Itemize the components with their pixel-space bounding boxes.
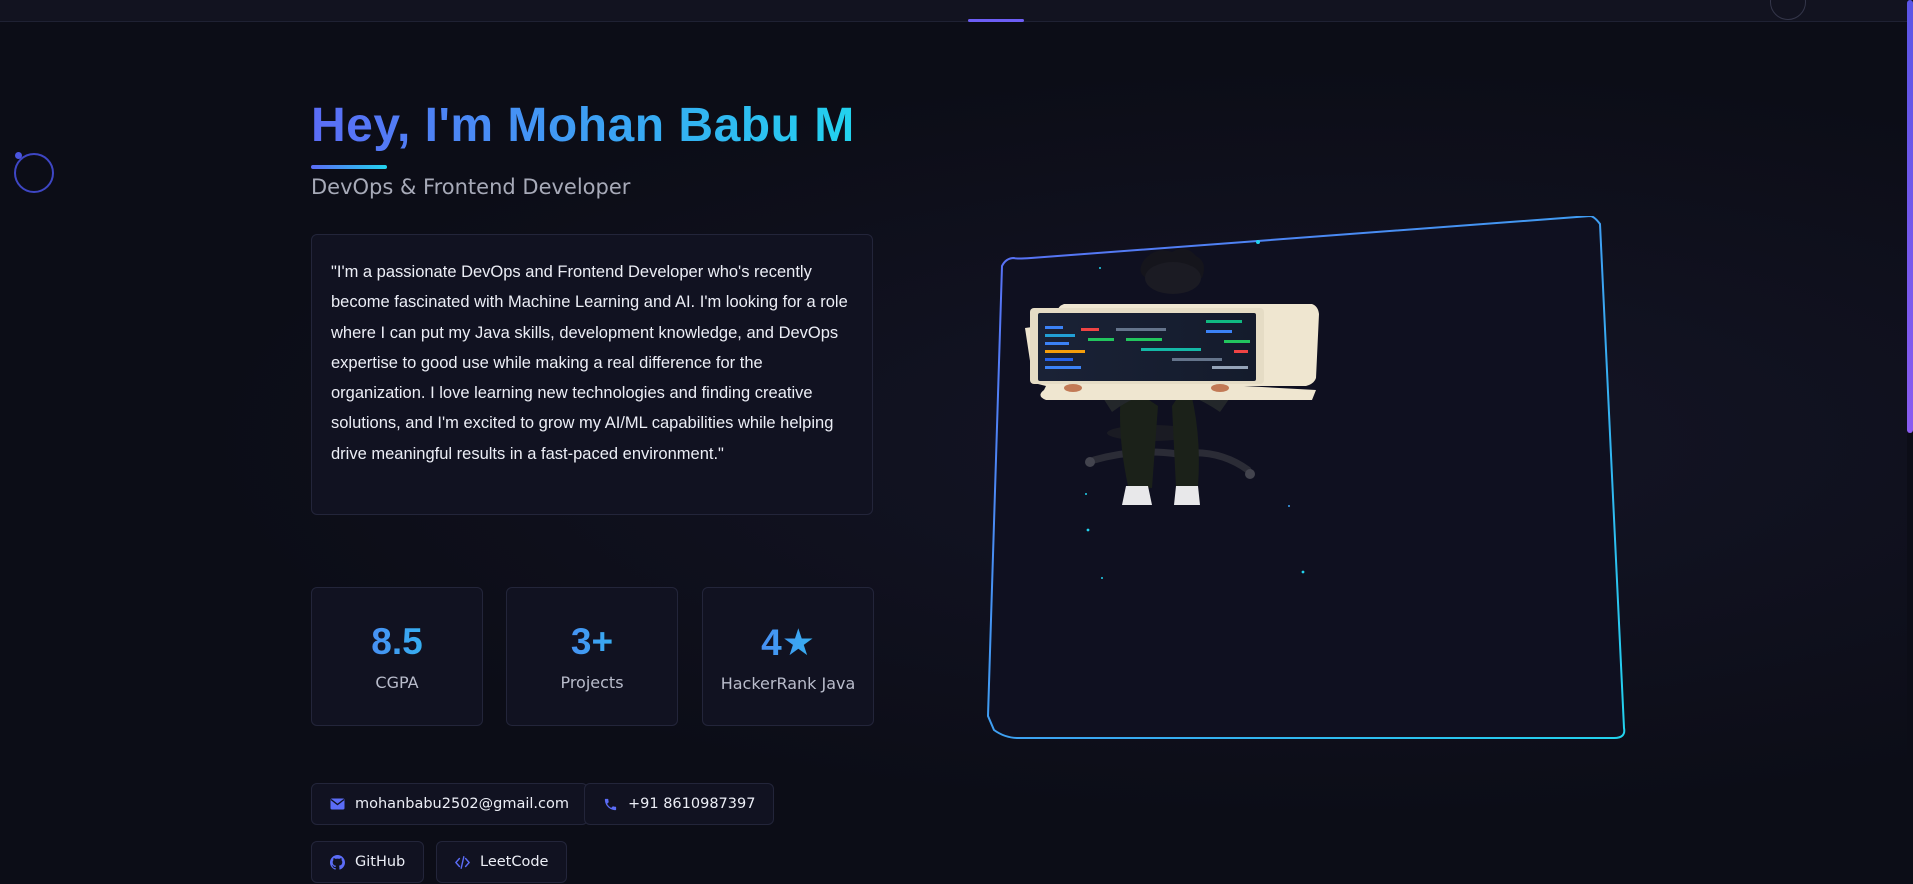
leetcode-label: LeetCode [480, 854, 549, 870]
tilted-frame [986, 216, 1626, 739]
custom-cursor-dot [15, 152, 22, 159]
bio-card: "I'm a passionate DevOps and Frontend De… [311, 234, 873, 515]
stat-label: Projects [560, 673, 624, 692]
theme-toggle-button[interactable] [1770, 0, 1806, 20]
phone-link[interactable]: +91 8610987397 [584, 783, 775, 825]
phone-icon [603, 797, 618, 812]
github-icon [330, 854, 345, 870]
phone-label: +91 8610987397 [628, 796, 756, 812]
stat-label: CGPA [375, 673, 419, 692]
code-icon [455, 855, 470, 870]
custom-cursor-ring [14, 153, 54, 193]
email-link[interactable]: mohanbabu2502@gmail.com [311, 783, 588, 825]
stat-card-projects: 3+ Projects [506, 587, 678, 726]
leetcode-link[interactable]: LeetCode [436, 841, 568, 883]
bio-text: "I'm a passionate DevOps and Frontend De… [331, 263, 848, 463]
portfolio-page: Hey, I'm Mohan Babu M DevOps & Frontend … [0, 0, 1913, 884]
nav-active-indicator [968, 19, 1024, 22]
title-underline [311, 165, 387, 169]
hero-3d-frame [986, 216, 1626, 739]
github-link[interactable]: GitHub [311, 841, 425, 883]
stat-label: HackerRank Java [720, 674, 856, 693]
stat-card-cgpa: 8.5 CGPA [311, 587, 483, 726]
hero-subtitle: DevOps & Frontend Developer [311, 175, 631, 199]
stat-value: 4★ [703, 621, 873, 664]
stat-value: 8.5 [312, 621, 482, 663]
stat-card-hackerrank: 4★ HackerRank Java [702, 587, 874, 726]
navbar [0, 0, 1913, 22]
scrollbar-track[interactable] [1907, 0, 1913, 884]
hero-visual [976, 216, 1626, 751]
frame-glow-dot [1256, 240, 1260, 244]
stat-value: 3+ [507, 621, 677, 663]
github-label: GitHub [355, 854, 406, 870]
email-label: mohanbabu2502@gmail.com [355, 796, 569, 812]
scrollbar-thumb[interactable] [1907, 0, 1913, 433]
hero-title: Hey, I'm Mohan Babu M [311, 99, 855, 152]
envelope-icon [330, 797, 345, 812]
